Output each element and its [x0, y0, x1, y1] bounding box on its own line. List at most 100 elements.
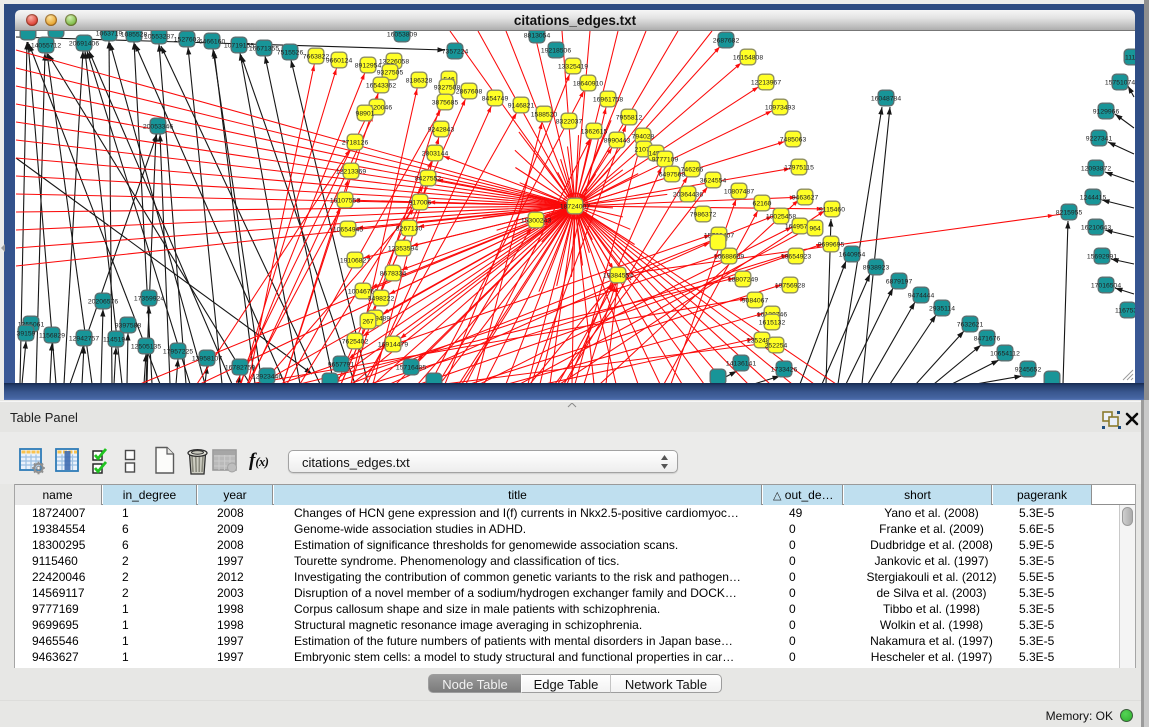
svg-text:8215955: 8215955 [1056, 209, 1083, 216]
svg-text:8471676: 8471676 [974, 335, 1001, 342]
svg-text:10654945: 10654945 [333, 226, 363, 233]
svg-text:7986372: 7986372 [690, 211, 717, 218]
svg-text:10688609: 10688609 [714, 253, 744, 260]
svg-text:267: 267 [362, 318, 374, 325]
svg-text:19218506: 19218506 [541, 47, 571, 54]
svg-text:12093872: 12093872 [1081, 165, 1111, 172]
svg-text:9146821: 9146821 [508, 102, 535, 109]
svg-text:17975115: 17975115 [784, 164, 814, 171]
svg-text:3624554: 3624554 [700, 177, 727, 184]
svg-text:18724007: 18724007 [560, 203, 590, 210]
svg-text:1145194: 1145194 [103, 336, 129, 343]
svg-text:18807249: 18807249 [728, 276, 758, 283]
svg-text:1588520: 1588520 [531, 111, 558, 118]
svg-text:12213967: 12213967 [751, 79, 781, 86]
svg-text:8912954: 8912954 [355, 62, 382, 69]
svg-text:1527602: 1527602 [174, 36, 201, 43]
svg-text:1117: 1117 [1125, 54, 1135, 61]
svg-text:6879197: 6879197 [886, 278, 913, 285]
svg-text:9242843: 9242843 [428, 126, 455, 133]
svg-text:10025458: 10025458 [766, 213, 796, 220]
svg-text:2687682: 2687682 [713, 37, 740, 44]
svg-text:1063719: 1063719 [96, 31, 123, 37]
svg-text:12923446: 12923446 [252, 373, 282, 380]
svg-text:7485063: 7485063 [780, 136, 807, 143]
svg-text:8990443: 8990443 [604, 137, 631, 144]
svg-text:3498222: 3498222 [368, 295, 395, 302]
svg-text:1167533: 1167533 [1115, 307, 1135, 314]
svg-text:9245652: 9245652 [1015, 366, 1042, 373]
svg-text:10973493: 10973493 [765, 104, 795, 111]
svg-text:9227341: 9227341 [1086, 135, 1113, 142]
svg-text:9474444: 9474444 [908, 292, 935, 299]
svg-text:252254: 252254 [765, 342, 788, 349]
svg-text:12505135: 12505135 [131, 343, 161, 350]
svg-text:16961758: 16961758 [593, 96, 623, 103]
svg-text:8186328: 8186328 [406, 77, 433, 84]
svg-text:9660124: 9660124 [326, 57, 353, 64]
svg-text:16048784: 16048784 [871, 95, 901, 102]
svg-text:7357224: 7357224 [442, 48, 469, 55]
svg-text:1615132: 1615132 [759, 319, 786, 326]
svg-text:10654112: 10654112 [990, 350, 1020, 357]
svg-text:16154808: 16154808 [733, 54, 763, 61]
svg-text:6497568: 6497568 [659, 171, 686, 178]
svg-text:20691406: 20691406 [69, 40, 99, 47]
svg-text:9777109: 9777109 [652, 156, 679, 163]
svg-text:1244415: 1244415 [1080, 194, 1107, 201]
svg-text:794028: 794028 [632, 133, 655, 140]
svg-text:98901: 98901 [356, 110, 375, 117]
svg-text:9129966: 9129966 [1093, 108, 1120, 115]
svg-text:7632621: 7632621 [957, 321, 984, 328]
svg-text:8322037: 8322037 [556, 118, 583, 125]
svg-text:964: 964 [809, 225, 821, 232]
svg-text:9397588: 9397588 [115, 322, 142, 329]
svg-text:12213369: 12213369 [336, 168, 366, 175]
svg-text:15751074: 15751074 [1105, 79, 1135, 86]
svg-text:17359924: 17359924 [134, 295, 164, 302]
svg-text:13958107: 13958107 [192, 355, 222, 362]
svg-text:9327505: 9327505 [377, 69, 404, 76]
svg-text:14136141: 14136141 [726, 360, 756, 367]
svg-text:2867608: 2867608 [456, 88, 483, 95]
svg-text:7515526: 7515526 [277, 49, 304, 56]
svg-text:16671355: 16671355 [249, 45, 279, 52]
svg-text:15692991: 15692991 [1087, 253, 1117, 260]
svg-text:8454749: 8454749 [482, 95, 509, 102]
svg-text:16053809: 16053809 [387, 31, 417, 38]
svg-text:19756928: 19756928 [775, 282, 805, 289]
svg-text:16107553: 16107553 [330, 197, 360, 204]
svg-text:19654923: 19654923 [781, 253, 811, 260]
svg-text:10807487: 10807487 [724, 188, 754, 195]
svg-text:3875685: 3875685 [432, 99, 459, 106]
svg-text:7625402: 7625402 [342, 338, 369, 345]
svg-text:15300243: 15300243 [521, 217, 551, 224]
svg-text:12942757: 12942757 [69, 335, 99, 342]
svg-text:10553287: 10553287 [144, 33, 174, 40]
svg-text:16782759: 16782759 [225, 364, 255, 371]
svg-text:12353594: 12353594 [388, 245, 418, 252]
svg-text:17957225: 17957225 [163, 348, 193, 355]
svg-text:19384554: 19384554 [603, 272, 633, 279]
svg-text:1733426: 1733426 [771, 366, 798, 373]
svg-text:9463627: 9463627 [792, 194, 819, 201]
svg-text:13325419: 13325419 [558, 63, 588, 70]
svg-text:9657791: 9657791 [328, 361, 355, 368]
svg-text:1640954: 1640954 [839, 251, 866, 258]
svg-text:2803144: 2803144 [422, 150, 449, 157]
svg-text:62160: 62160 [753, 200, 772, 207]
svg-text:1362615: 1362615 [581, 128, 608, 135]
svg-text:14055712: 14055712 [31, 42, 61, 49]
svg-text:9699695: 9699695 [818, 241, 845, 248]
svg-text:8938923: 8938923 [863, 264, 890, 271]
svg-text:9115460: 9115460 [819, 206, 845, 213]
svg-text:8678334: 8678334 [380, 270, 407, 277]
svg-text:39159: 39159 [17, 330, 36, 337]
svg-text:16210643: 16210643 [1081, 224, 1111, 231]
svg-text:6466160: 6466160 [199, 38, 226, 45]
svg-text:2718126: 2718126 [342, 139, 369, 146]
svg-text:16914479: 16914479 [378, 341, 408, 348]
svg-text:15716485: 15716485 [396, 364, 426, 371]
svg-text:16543362: 16543362 [366, 82, 396, 89]
svg-text:2935114: 2935114 [929, 305, 955, 312]
